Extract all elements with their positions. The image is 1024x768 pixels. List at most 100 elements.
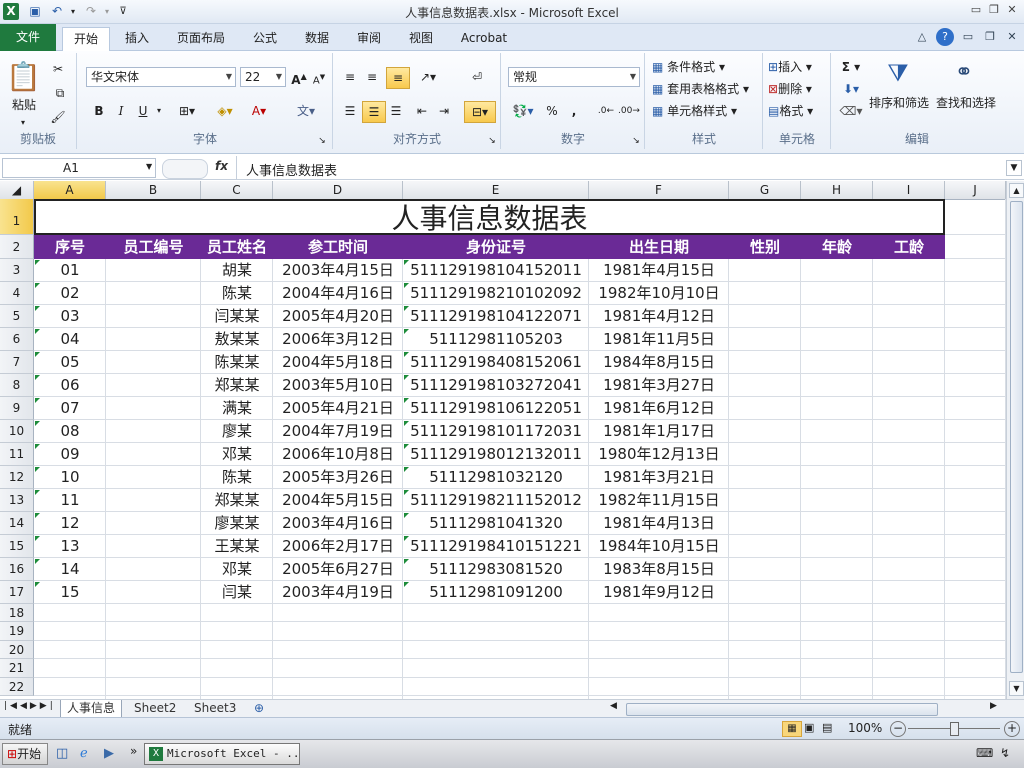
data-cell[interactable]: 1982年11月15日 [589,489,729,512]
row-header-12[interactable]: 12 [0,466,34,489]
scroll-up-icon[interactable]: ▲ [1009,183,1024,198]
data-cell[interactable]: 10 [34,466,106,489]
row-header-19[interactable]: 19 [0,622,34,641]
increase-indent-icon[interactable]: ⇥ [434,101,454,121]
zoom-out-icon[interactable]: − [890,721,906,737]
header-cell-H[interactable]: 年龄 [801,235,873,259]
data-cell[interactable]: 闫某某 [201,305,273,328]
sheet-nav-icon[interactable]: |◀◀▶▶| [4,701,56,711]
scroll-down-icon[interactable]: ▼ [1009,681,1024,696]
data-cell[interactable]: 51112981105203 [403,328,589,351]
row-header-20[interactable]: 20 [0,640,34,660]
data-cell[interactable]: 511129198012132011 [403,443,589,466]
cut-icon[interactable]: ✂ [48,59,68,79]
data-cell[interactable]: 2004年7月19日 [273,420,403,443]
data-cell[interactable] [106,558,201,581]
vertical-scrollbar[interactable]: ▲ ▼ [1006,181,1024,699]
row-header-8[interactable]: 8 [0,374,34,397]
formula-bar-splitter[interactable] [162,159,208,179]
tab-data[interactable]: 数据 [296,27,338,51]
data-cell[interactable]: 1982年10月10日 [589,282,729,305]
data-cell[interactable]: 王某某 [201,535,273,558]
data-cell[interactable]: 2005年6月27日 [273,558,403,581]
start-button[interactable]: ⊞开始 [2,743,48,765]
align-bottom-icon[interactable]: ≡ [386,67,410,89]
row-header-6[interactable]: 6 [0,328,34,351]
font-size-select[interactable]: 22 ▼ [240,67,286,87]
column-header-I[interactable]: I [873,181,945,199]
column-header-E[interactable]: E [403,181,589,199]
sheet-tab-1[interactable]: 人事信息 [60,700,123,718]
row-header-16[interactable]: 16 [0,558,34,581]
sheet-title-cell[interactable]: 人事信息数据表 [34,199,945,235]
data-cell[interactable]: 1981年3月27日 [589,374,729,397]
data-cell[interactable]: 51112981091200 [403,581,589,604]
data-cell[interactable]: 51112983081520 [403,558,589,581]
shrink-font-icon[interactable]: A▼ [310,67,328,87]
header-cell-B[interactable]: 员工编号 [106,235,201,259]
data-cell[interactable]: 01 [34,259,106,282]
data-cell[interactable] [106,489,201,512]
orientation-icon[interactable]: ↗▾ [414,67,442,87]
data-cell[interactable]: 2005年4月21日 [273,397,403,420]
data-cell[interactable] [106,397,201,420]
data-cell[interactable]: 郑某某 [201,489,273,512]
sheet-tab-3[interactable]: Sheet3 [188,700,242,717]
tab-view[interactable]: 视图 [400,27,442,51]
data-cell[interactable] [106,351,201,374]
data-cell[interactable]: 511129198410151221 [403,535,589,558]
data-cell[interactable] [106,259,201,282]
decrease-decimal-icon[interactable]: .00→ [618,101,640,121]
row-header-10[interactable]: 10 [0,420,34,443]
data-cell[interactable]: 廖某某 [201,512,273,535]
page-break-view-icon[interactable]: ▤ [822,721,838,734]
data-cell[interactable]: 511129198101172031 [403,420,589,443]
formula-input[interactable]: 人事信息数据表 [246,160,337,179]
data-cell[interactable] [106,512,201,535]
media-icon[interactable]: ▶ [104,746,120,761]
copy-icon[interactable]: ⧉ [48,83,72,103]
format-as-table-button[interactable]: ▦ 套用表格格式 ▾ [652,79,758,99]
data-cell[interactable]: 2004年4月16日 [273,282,403,305]
data-cell[interactable]: 511129198104152011 [403,259,589,282]
merge-center-icon[interactable]: ⊟▾ [464,101,496,123]
taskbar-excel-button[interactable]: X Microsoft Excel - ... [144,743,300,765]
data-cell[interactable]: 2004年5月15日 [273,489,403,512]
tab-review[interactable]: 审阅 [348,27,390,51]
data-cell[interactable]: 511129198408152061 [403,351,589,374]
restore-icon[interactable]: ❐ [986,2,1002,18]
format-cells-button[interactable]: ▤格式 ▾ [768,101,828,121]
data-cell[interactable]: 1983年8月15日 [589,558,729,581]
tab-formulas[interactable]: 公式 [244,27,286,51]
sheet-tab-2[interactable]: Sheet2 [128,700,182,717]
browser-icon[interactable]: ℯ [80,746,96,761]
data-cell[interactable]: 1981年3月21日 [589,466,729,489]
row-header-4[interactable]: 4 [0,282,34,305]
column-header-B[interactable]: B [106,181,201,199]
column-header-A[interactable]: A [34,181,106,199]
name-box[interactable]: A1 [2,158,156,178]
data-cell[interactable]: 1984年10月15日 [589,535,729,558]
help-icon[interactable]: ? [936,28,954,46]
underline-dropdown-icon[interactable]: ▾ [154,101,164,121]
fill-color-icon[interactable]: ◈▾ [210,101,240,121]
tab-home[interactable]: 开始 [62,27,110,52]
data-cell[interactable]: 511129198211152012 [403,489,589,512]
italic-button[interactable]: I [112,101,130,121]
data-cell[interactable]: 2005年4月20日 [273,305,403,328]
align-center-icon[interactable]: ☰ [362,101,386,123]
fill-icon[interactable]: ⬇▾ [838,79,864,99]
data-cell[interactable]: 2003年4月16日 [273,512,403,535]
data-cell[interactable]: 1981年6月12日 [589,397,729,420]
clear-icon[interactable]: ⌫▾ [838,101,864,121]
tab-acrobat[interactable]: Acrobat [452,27,516,51]
row-header-9[interactable]: 9 [0,397,34,420]
insert-cells-button[interactable]: ⊞插入 ▾ [768,57,828,77]
column-header-H[interactable]: H [801,181,873,199]
data-cell[interactable]: 敖某某 [201,328,273,351]
row-header-22[interactable]: 22 [0,677,34,696]
row-header-11[interactable]: 11 [0,443,34,466]
find-select-button[interactable]: 查找和选择 [934,93,998,113]
column-header-F[interactable]: F [589,181,729,199]
keyboard-icon[interactable]: ⌨ [976,746,993,760]
